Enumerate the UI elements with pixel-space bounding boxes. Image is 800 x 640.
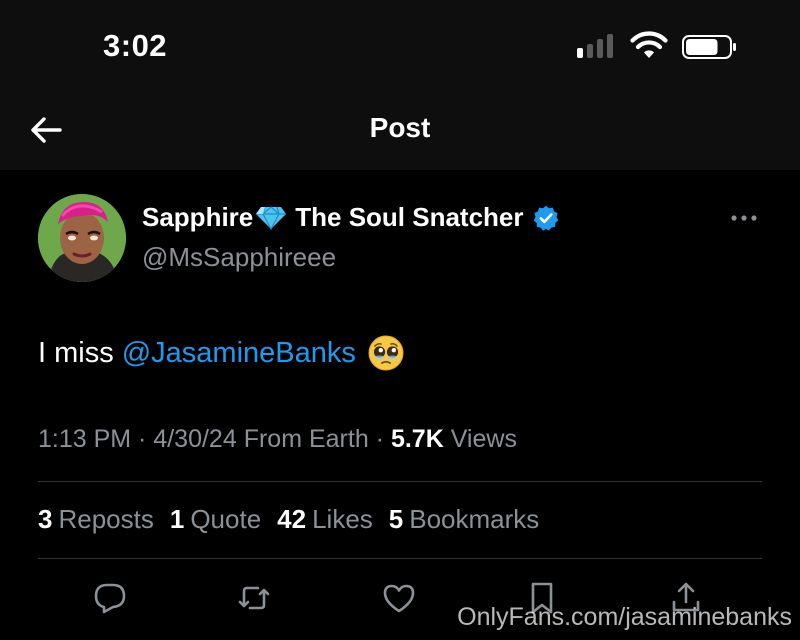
post-author: Sapphire The Soul Snatcher @MsSapphireee: [38, 194, 770, 284]
battery-icon: [682, 35, 736, 59]
stat-reposts[interactable]: 3 Reposts: [38, 504, 154, 535]
divider: [38, 481, 762, 482]
cellular-signal-icon: [577, 34, 613, 58]
stat-bookmarks[interactable]: 5 Bookmarks: [389, 504, 540, 535]
status-time: 3:02: [103, 28, 168, 63]
watermark: OnlyFans.com/jasaminebanks: [457, 603, 792, 631]
stat-count: 3: [38, 504, 53, 534]
status-bar: 3:02: [0, 0, 800, 92]
stat-likes[interactable]: 42 Likes: [277, 504, 373, 535]
avatar[interactable]: [38, 194, 126, 282]
display-name-first: Sapphire: [142, 202, 254, 232]
stat-label: Quote: [190, 504, 262, 534]
display-name-rest: The Soul Snatcher: [295, 202, 524, 232]
like-icon[interactable]: [381, 580, 417, 616]
post-text-body: I miss: [38, 336, 114, 369]
views-count[interactable]: 5.7K: [391, 425, 444, 453]
stat-count: 42: [277, 504, 307, 534]
post-text: I miss @JasamineBanks: [38, 335, 404, 371]
mention-link[interactable]: @JasamineBanks: [122, 337, 356, 370]
engagement-stats: 3 Reposts 1 Quote 42 Likes 5 Bookmarks: [38, 504, 539, 535]
meta-separator: ·: [368, 425, 391, 453]
stat-label: Bookmarks: [409, 504, 540, 534]
reply-icon[interactable]: [92, 580, 128, 616]
meta-separator: ·: [131, 425, 154, 453]
divider: [38, 558, 762, 559]
post-metadata: 1:13 PM · 4/30/24 From Earth · 5.7K View…: [38, 425, 517, 454]
verified-badge-icon[interactable]: [532, 204, 560, 232]
more-horizontal-icon[interactable]: [730, 212, 758, 224]
views-label: Views: [443, 425, 517, 453]
user-handle[interactable]: @MsSapphireee: [142, 242, 336, 273]
gem-icon: [256, 205, 287, 230]
wifi-icon: [630, 31, 668, 58]
pleading-face-emoji: [368, 335, 404, 371]
repost-icon[interactable]: [236, 580, 272, 616]
page-title: Post: [369, 112, 431, 143]
stat-label: Likes: [312, 504, 373, 534]
post-date: 4/30/24: [153, 425, 237, 453]
stat-quotes[interactable]: 1 Quote: [170, 504, 261, 535]
stat-count: 1: [169, 504, 185, 534]
stat-count: 5: [388, 504, 404, 534]
post-time: 1:13 PM: [38, 425, 132, 453]
display-name[interactable]: Sapphire The Soul Snatcher: [142, 202, 560, 233]
navigation-bar: Post: [0, 92, 800, 170]
stat-label: Reposts: [58, 504, 154, 534]
post-source: From Earth: [236, 425, 369, 453]
